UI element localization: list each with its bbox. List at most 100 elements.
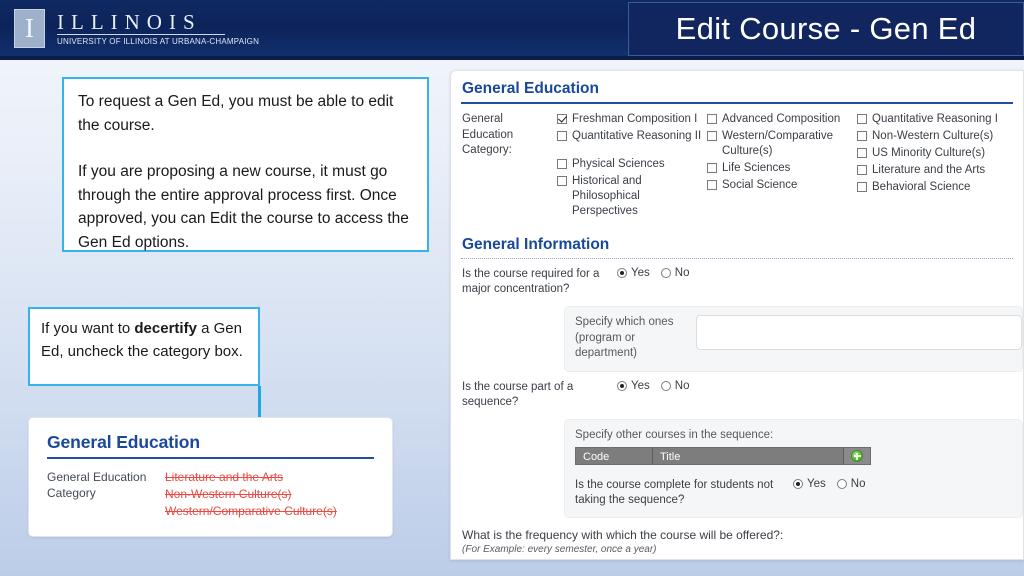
checkbox-label: Quantitative Reasoning II bbox=[572, 130, 702, 142]
radio-label: Yes bbox=[631, 267, 650, 279]
course-form-panel: General Education General Education Cate… bbox=[450, 70, 1024, 560]
callout-1-para-1: To request a Gen Ed, you must be able to… bbox=[78, 93, 394, 134]
checkbox-freshman-composition-i[interactable]: Freshman Composition I bbox=[557, 112, 707, 127]
checkbox-quantitative-reasoning-i[interactable]: Quantitative Reasoning I bbox=[857, 112, 1012, 127]
checkbox-western-comparative-cultures[interactable]: Western/Comparative Culture(s) bbox=[707, 129, 857, 159]
radio-icon[interactable] bbox=[836, 479, 847, 489]
gened-checkbox-grid: General Education Category: Freshman Com… bbox=[451, 104, 1023, 227]
checkbox-advanced-composition[interactable]: Advanced Composition bbox=[707, 112, 857, 127]
gened-summary-rule bbox=[47, 457, 374, 459]
list-item: Non-Western Culture(s) bbox=[165, 487, 292, 501]
callout-decertify: If you want to decertify a Gen Ed, unche… bbox=[28, 307, 260, 386]
checkbox-label: Literature and the Arts bbox=[872, 164, 986, 176]
checkbox-label: Life Sciences bbox=[722, 162, 791, 174]
illinois-logo: I ILLINOIS UNIVERSITY OF ILLINOIS AT URB… bbox=[14, 9, 259, 48]
checkbox-icon[interactable] bbox=[707, 114, 717, 124]
callout-edit-course: To request a Gen Ed, you must be able to… bbox=[62, 77, 429, 252]
question-major-concentration: Is the course required for a major conce… bbox=[451, 259, 1023, 297]
gened-summary-title: General Education bbox=[47, 432, 200, 452]
subbox-specify-programs: Specify which ones (program or departmen… bbox=[564, 306, 1023, 372]
gened-summary-values: Literature and the Arts Non-Western Cult… bbox=[165, 469, 337, 520]
general-information-body: Is the course required for a major conce… bbox=[451, 259, 1023, 559]
radio-sequence-yes[interactable]: Yes bbox=[617, 380, 650, 392]
plus-circle-icon[interactable] bbox=[851, 450, 863, 462]
gened-column-3: Quantitative Reasoning I Non-Western Cul… bbox=[857, 112, 1012, 221]
frequency-question: What is the frequency with which the cou… bbox=[462, 528, 784, 542]
checkbox-icon[interactable] bbox=[857, 165, 867, 175]
checkbox-literature-and-the-arts[interactable]: Literature and the Arts bbox=[857, 163, 1012, 178]
radio-group-major-concentration[interactable]: Yes No bbox=[617, 267, 689, 279]
checkbox-icon[interactable] bbox=[707, 163, 717, 173]
checkbox-us-minority-cultures[interactable]: US Minority Culture(s) bbox=[857, 146, 1012, 161]
radio-icon[interactable] bbox=[660, 268, 671, 278]
callout-2-text: If you want to decertify a Gen Ed, unche… bbox=[41, 317, 247, 363]
radio-group-part-of-sequence[interactable]: Yes No bbox=[617, 380, 689, 392]
radio-label: Yes bbox=[807, 478, 826, 490]
logo-subtitle: UNIVERSITY OF ILLINOIS AT URBANA-CHAMPAI… bbox=[57, 37, 260, 47]
frequency-question-block: What is the frequency with which the cou… bbox=[451, 518, 1023, 555]
radio-label: No bbox=[674, 379, 690, 392]
question-label: Is the course complete for students not … bbox=[575, 479, 774, 506]
radio-icon[interactable] bbox=[660, 380, 671, 391]
radio-sequence-no[interactable]: No bbox=[660, 379, 690, 392]
checkbox-icon[interactable] bbox=[707, 180, 717, 190]
checkbox-icon[interactable] bbox=[557, 159, 567, 169]
question-part-of-sequence: Is the course part of a sequence? Yes No bbox=[451, 372, 1023, 410]
radio-complete-yes[interactable]: Yes bbox=[793, 478, 826, 490]
radio-label: No bbox=[674, 267, 690, 279]
specify-programs-input[interactable] bbox=[695, 315, 1022, 350]
logo-i-glyph: I bbox=[25, 13, 34, 43]
list-item: Literature and the Arts bbox=[165, 470, 284, 484]
logo-wordmark: ILLINOIS UNIVERSITY OF ILLINOIS AT URBAN… bbox=[55, 11, 259, 46]
checkbox-icon[interactable] bbox=[707, 131, 717, 141]
gened-summary-body: General Education Category Literature an… bbox=[47, 469, 374, 520]
checkbox-icon[interactable] bbox=[857, 148, 867, 158]
checkbox-icon[interactable] bbox=[857, 131, 867, 141]
checkbox-label: Behavioral Science bbox=[872, 181, 971, 193]
checkbox-label: Freshman Composition I bbox=[572, 113, 698, 125]
checkbox-non-western-cultures[interactable]: Non-Western Culture(s) bbox=[857, 129, 1012, 144]
question-label: Is the course required for a major conce… bbox=[462, 268, 600, 295]
subbox-label: Specify which ones (program or departmen… bbox=[575, 316, 674, 359]
radio-icon[interactable] bbox=[617, 268, 627, 278]
checkbox-icon[interactable] bbox=[557, 176, 567, 186]
checkbox-icon[interactable] bbox=[857, 182, 867, 192]
checkbox-icon[interactable] bbox=[557, 114, 567, 124]
column-spacer bbox=[557, 146, 707, 157]
checkbox-icon[interactable] bbox=[557, 131, 567, 141]
radio-major-concentration-yes[interactable]: Yes bbox=[617, 267, 650, 279]
checkbox-icon[interactable] bbox=[857, 114, 867, 124]
callout-2-bold: decertify bbox=[134, 320, 197, 337]
logo-word: ILLINOIS bbox=[57, 9, 202, 34]
add-row-button[interactable] bbox=[844, 448, 870, 464]
logo-divider bbox=[57, 34, 225, 36]
radio-group-complete-without-sequence[interactable]: Yes No bbox=[793, 478, 865, 490]
radio-complete-no[interactable]: No bbox=[836, 478, 865, 490]
callout-1-spacer bbox=[78, 137, 413, 160]
radio-major-concentration-no[interactable]: No bbox=[660, 267, 690, 279]
page-title-box: Edit Course - Gen Ed bbox=[628, 2, 1024, 56]
checkbox-label: Social Science bbox=[722, 179, 798, 191]
page-banner: I ILLINOIS UNIVERSITY OF ILLINOIS AT URB… bbox=[0, 0, 1024, 60]
question-complete-without-sequence: Is the course complete for students not … bbox=[575, 478, 865, 508]
gened-category-label: General Education Category: bbox=[462, 113, 514, 156]
radio-icon[interactable] bbox=[617, 380, 627, 391]
checkbox-label: Western/Comparative Culture(s) bbox=[722, 130, 833, 157]
checkbox-label: US Minority Culture(s) bbox=[872, 147, 986, 159]
checkbox-quantitative-reasoning-ii[interactable]: Quantitative Reasoning II bbox=[557, 129, 707, 144]
gened-summary-panel: General Education General Education Cate… bbox=[28, 417, 393, 537]
checkbox-label: Advanced Composition bbox=[722, 113, 841, 125]
gened-column-2: Advanced Composition Western/Comparative… bbox=[707, 112, 857, 221]
gened-column-1: Freshman Composition I Quantitative Reas… bbox=[557, 112, 707, 221]
checkbox-life-sciences[interactable]: Life Sciences bbox=[707, 161, 857, 176]
question-label: Is the course part of a sequence? bbox=[462, 380, 574, 408]
checkbox-physical-sciences[interactable]: Physical Sciences bbox=[557, 157, 707, 172]
radio-icon[interactable] bbox=[793, 479, 803, 489]
banner-accent-rule bbox=[0, 56, 1024, 59]
sequence-courses-table: Code Title bbox=[575, 447, 871, 465]
checkbox-behavioral-science[interactable]: Behavioral Science bbox=[857, 180, 1012, 195]
checkbox-historical-and-philosophical-perspectives[interactable]: Historical and Philosophical Perspective… bbox=[557, 174, 707, 219]
sequence-table-label: Specify other courses in the sequence: bbox=[575, 428, 774, 441]
table-header-title: Title bbox=[653, 448, 844, 464]
checkbox-social-science[interactable]: Social Science bbox=[707, 178, 857, 193]
